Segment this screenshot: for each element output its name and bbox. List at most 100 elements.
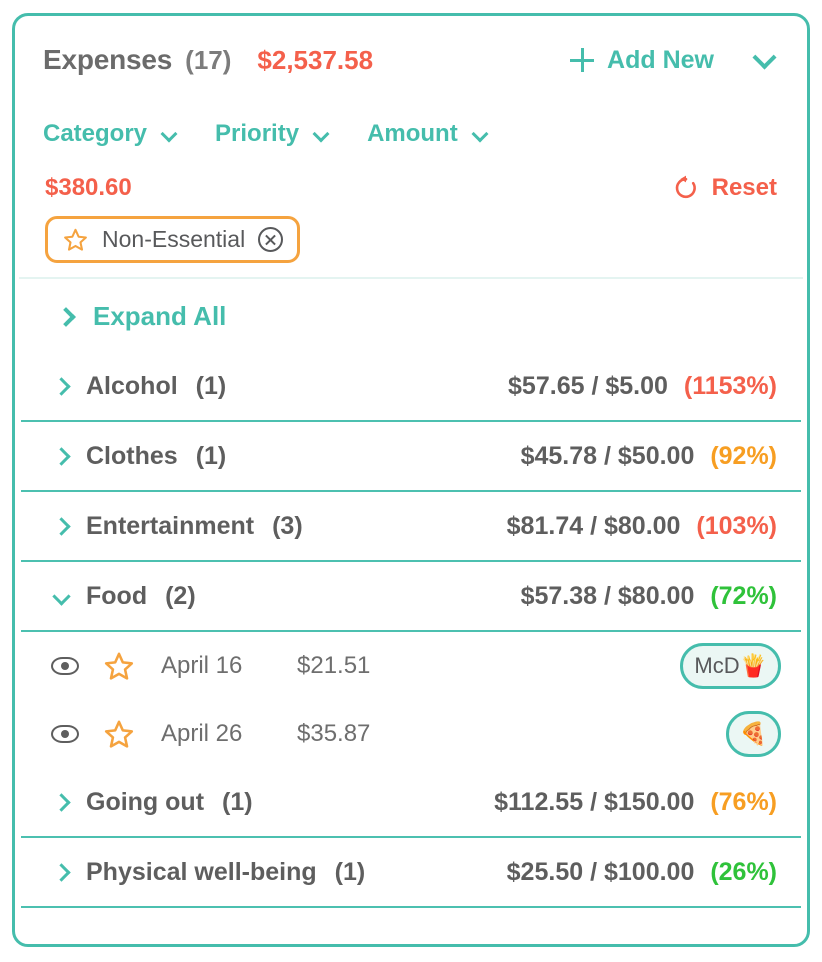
category-budget: $5.00 [605, 371, 668, 400]
category-count: (2) [165, 581, 196, 610]
category-count: (3) [272, 511, 303, 540]
amount-separator: / [590, 511, 598, 540]
category-row-entertainment[interactable]: Entertainment (3) $81.74 / $80.00 (103%) [15, 492, 807, 560]
eye-icon[interactable] [51, 657, 79, 675]
collapse-card-button[interactable] [752, 45, 777, 71]
chevron-right-icon [52, 516, 71, 536]
category-count: (1) [222, 787, 253, 816]
category-budget: $80.00 [617, 581, 695, 610]
category-name: Clothes [86, 441, 178, 470]
chevron-down-icon [752, 45, 777, 70]
chevron-right-icon [56, 306, 76, 327]
expense-date: April 16 [161, 652, 243, 679]
filter-amount[interactable]: Amount [367, 120, 489, 148]
category-spent: $25.50 [506, 857, 584, 886]
expense-row[interactable]: April 16 $21.51 McD🍟 [15, 632, 807, 700]
category-percent: (103%) [696, 511, 777, 540]
category-name: Alcohol [86, 371, 178, 400]
category-left: Alcohol (1) [52, 371, 227, 401]
chevron-right-icon [52, 862, 71, 882]
chevron-right-icon [52, 792, 71, 812]
amount-separator: / [603, 581, 611, 610]
category-name: Entertainment [86, 511, 255, 540]
expense-tag[interactable]: 🍕 [725, 711, 781, 757]
amount-separator: / [590, 857, 598, 886]
category-left: Clothes (1) [52, 441, 227, 471]
amount-separator: / [590, 787, 598, 816]
filter-priority-label: Priority [215, 120, 300, 147]
category-percent: (72%) [710, 581, 777, 610]
reset-label: Reset [711, 174, 777, 201]
page-title: Expenses [43, 44, 173, 75]
category-left: Food (2) [52, 581, 196, 611]
category-percent: (26%) [710, 857, 777, 886]
filter-chip-non-essential[interactable]: Non-Essential [45, 216, 301, 263]
chevron-down-icon [52, 586, 71, 606]
add-new-label: Add New [607, 45, 714, 74]
category-row-clothes[interactable]: Clothes (1) $45.78 / $50.00 (92%) [15, 422, 807, 490]
category-amounts: $57.38 / $80.00 (72%) [521, 582, 777, 611]
category-name: Food [86, 581, 148, 610]
category-budget: $150.00 [603, 787, 695, 816]
subtotal-row: $380.60 Reset [15, 164, 807, 208]
filter-category-label: Category [43, 120, 148, 147]
expense-tag-label: McD🍟 [694, 653, 767, 678]
category-count: (1) [195, 441, 227, 470]
category-row-physical-well-being[interactable]: Physical well-being (1) $25.50 / $100.00… [15, 838, 807, 906]
category-row-going-out[interactable]: Going out (1) $112.55 / $150.00 (76%) [15, 768, 807, 836]
filtered-subtotal: $380.60 [45, 174, 132, 201]
filter-bar: Category Priority Amount [15, 104, 807, 164]
amount-separator: / [603, 441, 611, 470]
category-spent: $57.38 [520, 581, 598, 610]
category-spent: $81.74 [506, 511, 584, 540]
category-amounts: $45.78 / $50.00 (92%) [521, 442, 777, 471]
chevron-right-icon [52, 446, 71, 466]
filter-amount-label: Amount [367, 120, 458, 147]
category-name: Going out [86, 787, 205, 816]
category-count: (1) [334, 857, 366, 886]
category-amounts: $57.65 / $5.00 (1153%) [508, 372, 777, 401]
category-budget: $80.00 [603, 511, 681, 540]
category-spent: $57.65 [508, 371, 585, 400]
category-percent: (76%) [710, 787, 777, 816]
reset-circular-arrow-icon [675, 175, 696, 199]
category-percent: (1153%) [683, 371, 777, 400]
expand-all-button[interactable]: Expand All [15, 279, 807, 352]
eye-icon[interactable] [51, 725, 79, 743]
chevron-right-icon [52, 376, 71, 396]
category-spent: $112.55 [494, 787, 584, 816]
expense-tag[interactable]: McD🍟 [680, 643, 781, 689]
add-new-button[interactable]: Add New [570, 46, 714, 75]
star-outline-icon[interactable] [103, 651, 135, 682]
filter-category[interactable]: Category [43, 120, 178, 148]
expense-row[interactable]: April 26 $35.87 🍕 [15, 700, 807, 768]
category-budget: $100.00 [603, 857, 695, 886]
category-budget: $50.00 [617, 441, 695, 470]
category-count: (1) [195, 371, 227, 400]
category-row-alcohol[interactable]: Alcohol (1) $57.65 / $5.00 (1153%) [15, 352, 807, 420]
expense-tag-label: 🍕 [739, 721, 767, 746]
category-amounts: $112.55 / $150.00 (76%) [494, 788, 777, 817]
chevron-down-icon [160, 125, 178, 143]
category-left: Physical well-being (1) [52, 857, 366, 887]
chevron-down-icon [471, 125, 489, 143]
expense-date: April 26 [161, 720, 243, 747]
category-left: Going out (1) [52, 787, 253, 817]
expenses-count: (17) [185, 44, 232, 75]
star-outline-icon[interactable] [103, 719, 135, 750]
category-left: Entertainment (3) [52, 511, 303, 541]
star-outline-icon [64, 228, 87, 251]
reset-button[interactable]: Reset [672, 174, 777, 202]
close-circle-icon[interactable] [258, 227, 284, 252]
expense-amount: $35.87 [297, 720, 371, 747]
expenses-card: Expenses (17) $2,537.58 Add New Category… [12, 13, 810, 947]
category-amounts: $25.50 / $100.00 (26%) [507, 858, 777, 887]
amount-separator: / [591, 371, 599, 400]
expenses-total: $2,537.58 [257, 44, 374, 75]
card-header: Expenses (17) $2,537.58 Add New [15, 16, 807, 104]
expense-amount: $21.51 [297, 652, 371, 679]
category-row-food[interactable]: Food (2) $57.38 / $80.00 (72%) [15, 562, 807, 630]
filter-priority[interactable]: Priority [215, 120, 330, 148]
category-amounts: $81.74 / $80.00 (103%) [507, 512, 777, 541]
chevron-down-icon [312, 125, 330, 143]
